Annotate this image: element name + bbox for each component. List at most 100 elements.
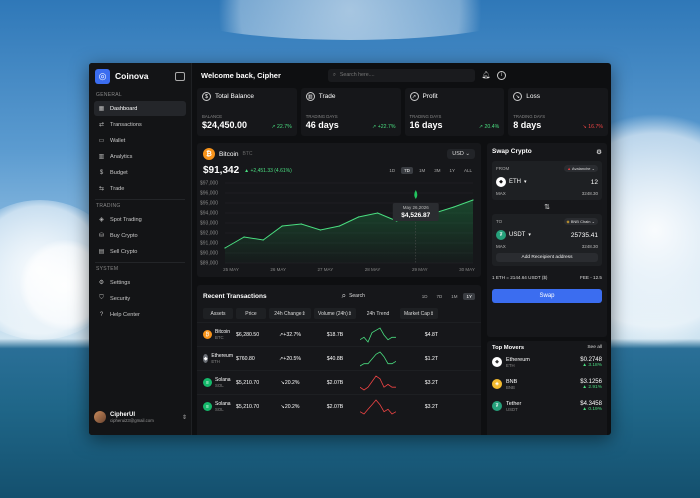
table-row[interactable]: ≡ Solana SOL $5,210.70 ↘ 20.2% $2.07B $3.2T bbox=[197, 370, 481, 394]
sidebar-item-security[interactable]: ⛉ Security bbox=[94, 291, 186, 306]
range-tab-1m[interactable]: 1M bbox=[448, 293, 460, 300]
swap-title: Swap Crypto bbox=[492, 148, 532, 155]
coin-symbol: BTC bbox=[242, 151, 253, 157]
data-point bbox=[319, 229, 321, 231]
chevron-down-icon[interactable]: ▾ bbox=[524, 179, 527, 185]
range-tab-7d[interactable]: 7D bbox=[401, 167, 413, 174]
tooltip-value: $4,526.87 bbox=[401, 212, 430, 219]
range-tab-1y[interactable]: 1Y bbox=[446, 167, 458, 174]
mover-row[interactable]: ₮ Tether USDT $4.3458 ▲ 0.19% bbox=[492, 395, 602, 417]
volume-cell: $2.07B bbox=[326, 403, 344, 410]
sidebar-item-wallet[interactable]: ▭ Wallet bbox=[94, 133, 186, 148]
chevron-updown-icon[interactable]: ⇕ bbox=[182, 414, 187, 421]
to-chain-select[interactable]: ◈ BNB Chain ⌄ bbox=[563, 218, 598, 225]
column-header-market-cap[interactable]: Market Cap ⇕ bbox=[400, 308, 438, 319]
range-tab-1d[interactable]: 1D bbox=[419, 293, 431, 300]
sidebar-item-trade[interactable]: ⇆ Trade bbox=[94, 181, 186, 196]
main-area: Welcome back, Cipher ⌕ Search here.... 🔔… bbox=[193, 63, 611, 435]
swap-button[interactable]: Swap bbox=[492, 289, 602, 303]
sidebar-item-budget[interactable]: $ Budget bbox=[94, 165, 186, 180]
user-profile[interactable]: CipherUI cipherui23@gmail.com ⇕ bbox=[94, 407, 187, 427]
column-header-24h-trend[interactable]: 24h Trend bbox=[359, 308, 397, 319]
from-chain-select[interactable]: ▲ Avalanche ⌄ bbox=[564, 165, 598, 172]
sidebar-item-buy-crypto[interactable]: ⛁ Buy Crypto bbox=[94, 228, 186, 243]
cart-icon: ⛁ bbox=[98, 233, 105, 239]
to-amount-input[interactable]: 25735.41 bbox=[571, 232, 598, 239]
from-amount-input[interactable]: 12 bbox=[591, 179, 598, 186]
stat-title: Loss bbox=[526, 93, 540, 100]
mover-row[interactable]: ◈ BNB BNB $3.1256 ▲ 2.91% bbox=[492, 373, 602, 395]
mover-change: ▲ 0.19% bbox=[582, 406, 602, 412]
volume-cell: $18.7B bbox=[326, 331, 344, 338]
bitcoin-icon: ₿ bbox=[203, 148, 215, 160]
chart-range-tabs: 1D 7D 1M 3M 1Y ALL bbox=[386, 167, 475, 174]
column-header-price[interactable]: Price bbox=[236, 308, 266, 319]
range-tab-1y[interactable]: 1Y bbox=[463, 292, 475, 300]
dollar-icon: $ bbox=[99, 169, 104, 176]
stat-icon: ▥ bbox=[305, 92, 315, 101]
data-point bbox=[281, 225, 283, 227]
trade-icon: ⇆ bbox=[98, 186, 105, 192]
transactions-search-button[interactable]: ⌕ Search bbox=[342, 291, 365, 301]
stat-sublabel: TRADING DAYS bbox=[409, 114, 442, 119]
range-tab-all[interactable]: ALL bbox=[461, 167, 475, 174]
sidebar-item-sell-crypto[interactable]: ▤ Sell Crypto bbox=[94, 244, 186, 259]
y-tick-label: $95,000 bbox=[200, 201, 218, 207]
sell-icon: ▤ bbox=[98, 249, 105, 255]
column-header-assets[interactable]: Assets bbox=[203, 308, 233, 319]
mover-row[interactable]: ◆ Ethereum ETH $0.2748 ▲ 3.18% bbox=[492, 351, 602, 373]
x-tick-label: 27 MAY bbox=[318, 267, 334, 272]
stat-change: ↗ +22.7% bbox=[371, 124, 396, 130]
sidebar-item-help-center[interactable]: ? Help Center bbox=[94, 307, 186, 322]
stat-icon: ↘ bbox=[513, 92, 523, 101]
price-cell: $6,280.50 bbox=[236, 331, 260, 338]
stat-change: ↘ 16.7% bbox=[582, 124, 603, 130]
to-token-select[interactable]: USDT bbox=[509, 232, 525, 238]
from-max-value: 3248.30 bbox=[581, 191, 598, 196]
sidebar-item-analytics[interactable]: ▥ Analytics bbox=[94, 149, 186, 164]
sidebar-collapse-icon[interactable] bbox=[175, 71, 185, 81]
swap-settings-icon[interactable]: ⚙︎ bbox=[596, 148, 602, 156]
range-tab-1d[interactable]: 1D bbox=[386, 167, 398, 174]
sidebar-item-spot-trading[interactable]: ◈ Spot Trading bbox=[94, 212, 186, 227]
from-label: FROM bbox=[496, 166, 510, 171]
sidebar-item-label: Dashboard bbox=[110, 105, 138, 112]
info-icon[interactable]: i bbox=[496, 70, 506, 80]
swap-direction-icon[interactable]: ⇅ bbox=[492, 203, 602, 211]
data-point bbox=[472, 199, 474, 201]
topbar: Welcome back, Cipher ⌕ Search here.... 🔔… bbox=[193, 63, 611, 87]
bell-icon[interactable]: 🔔︎ bbox=[480, 69, 492, 81]
from-token-select[interactable]: ETH bbox=[509, 179, 521, 185]
table-row[interactable]: ≡ Solana SOL $5,210.70 ↘ 20.2% $2.07B $3.2T bbox=[197, 394, 481, 418]
asset-cell: ≡ Solana SOL bbox=[203, 377, 233, 388]
price-cell: $760.80 bbox=[236, 355, 255, 362]
x-tick-label: 30 MAY bbox=[459, 267, 475, 272]
table-row[interactable]: ₿ Bitcoin BTC $6,280.50 ↗ +32.7% $18.7B $4.… bbox=[197, 322, 481, 346]
table-row[interactable]: ◆ Ethereum ETH $760.80 ↗ +20.5% $40.8B $1.2… bbox=[197, 346, 481, 370]
currency-select[interactable]: USD ⌄ bbox=[447, 149, 475, 159]
from-max-label[interactable]: MAX bbox=[496, 191, 506, 196]
stat-sublabel: BALANCE bbox=[202, 114, 223, 119]
range-tab-3m[interactable]: 3M bbox=[431, 167, 443, 174]
sidebar-item-label: Security bbox=[110, 295, 131, 302]
change-cell: ↘ 20.2% bbox=[280, 403, 300, 410]
search-input[interactable]: ⌕ Search here.... bbox=[327, 68, 475, 82]
swap-from-box: FROM ▲ Avalanche ⌄ ◆ ETH ▾ 12 MAX 3248.30 bbox=[492, 161, 602, 200]
column-header-24h-change[interactable]: 24h Change ⇕ bbox=[269, 308, 311, 319]
range-tab-7d[interactable]: 7D bbox=[433, 293, 445, 300]
to-max-label[interactable]: MAX bbox=[496, 244, 506, 249]
stat-sublabel: TRADING DAYS bbox=[305, 114, 338, 119]
usdt-icon: ₮ bbox=[492, 401, 502, 411]
chevron-down-icon[interactable]: ▾ bbox=[528, 232, 531, 238]
page-title: Welcome back, Cipher bbox=[201, 70, 281, 80]
sidebar-item-transactions[interactable]: ⇄ Transactions bbox=[94, 117, 186, 132]
sidebar-item-label: Buy Crypto bbox=[110, 232, 138, 239]
sidebar: ◎ Coinova GENERAL ▦ Dashboard ⇄ Transaction… bbox=[89, 63, 192, 435]
transactions-table: ₿ Bitcoin BTC $6,280.50 ↗ +32.7% $18.7B $4.… bbox=[197, 322, 481, 418]
column-header-volume-24h-[interactable]: Volume (24h) ⇕ bbox=[314, 308, 356, 319]
range-tab-1m[interactable]: 1M bbox=[416, 167, 428, 174]
add-recipient-button[interactable]: Add Receipient address bbox=[496, 253, 598, 262]
sidebar-item-settings[interactable]: ⚙ Settings bbox=[94, 275, 186, 290]
sidebar-item-dashboard[interactable]: ▦ Dashboard bbox=[94, 101, 186, 116]
see-all-link[interactable]: See all bbox=[587, 345, 602, 351]
